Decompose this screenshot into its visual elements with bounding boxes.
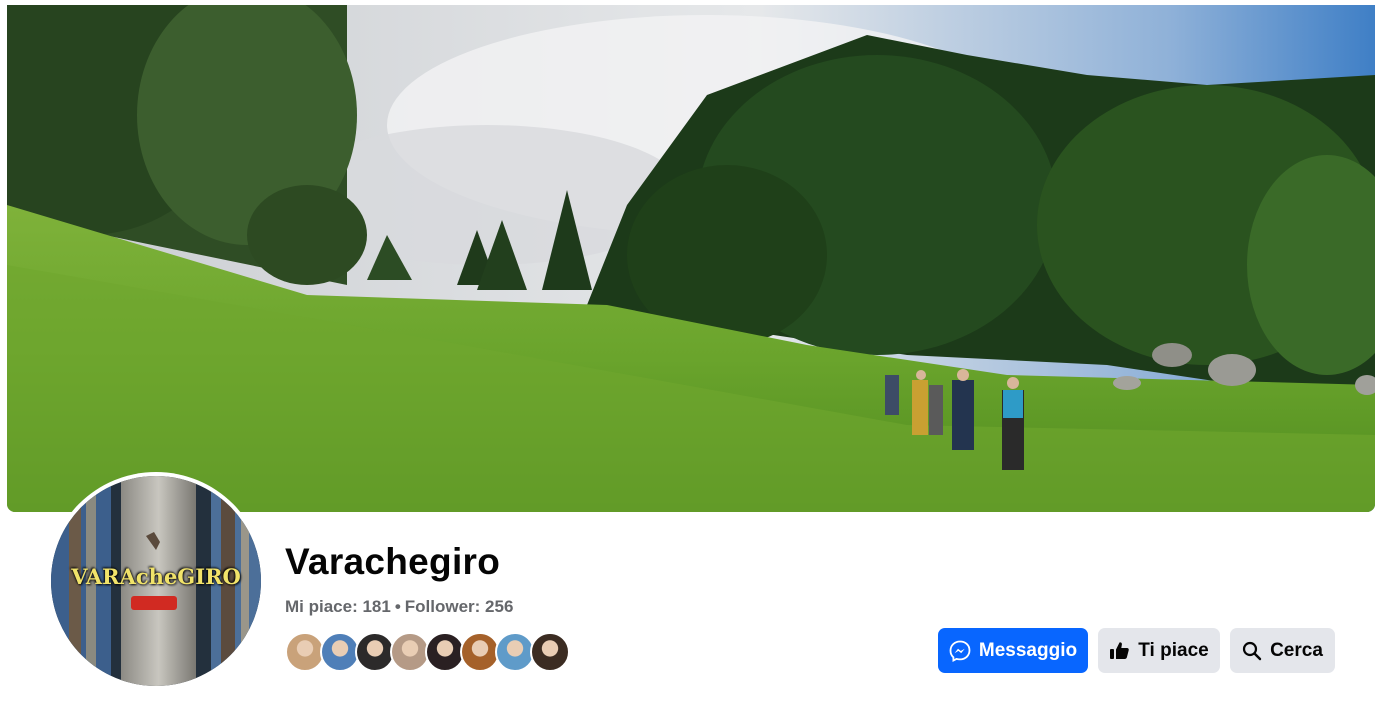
page-title: Varachegiro [285, 541, 501, 582]
friend-avatar[interactable] [495, 632, 535, 672]
friend-avatar[interactable] [460, 632, 500, 672]
like-button-label: Ti piace [1138, 639, 1209, 661]
like-button[interactable]: Ti piace [1098, 628, 1220, 673]
message-button-label: Messaggio [978, 639, 1078, 661]
stats-separator: • [394, 597, 401, 616]
search-button[interactable]: Cerca [1230, 628, 1335, 673]
profile-picture-frame: VARAcheGIRO [47, 472, 265, 690]
messenger-icon [949, 640, 971, 662]
cover-photo[interactable] [7, 5, 1375, 512]
friend-avatar[interactable] [390, 632, 430, 672]
likes-count[interactable]: Mi piace: 181 [285, 597, 391, 616]
profile-picture-text: VARAcheGIRO [71, 564, 241, 589]
search-button-label: Cerca [1270, 639, 1323, 661]
profile-picture[interactable]: VARAcheGIRO [51, 476, 261, 686]
page-stats: Mi piace: 181 • Follower: 256 [285, 597, 513, 617]
friend-avatar[interactable] [530, 632, 570, 672]
cover-photo-image [7, 5, 1375, 512]
search-icon [1242, 641, 1262, 661]
message-button[interactable]: Messaggio [938, 628, 1088, 673]
thumbs-up-icon [1109, 640, 1130, 661]
friend-avatar[interactable] [320, 632, 360, 672]
friend-avatar[interactable] [425, 632, 465, 672]
followers-count[interactable]: Follower: 256 [405, 597, 514, 616]
friend-avatar[interactable] [355, 632, 395, 672]
friend-avatar[interactable] [285, 632, 325, 672]
